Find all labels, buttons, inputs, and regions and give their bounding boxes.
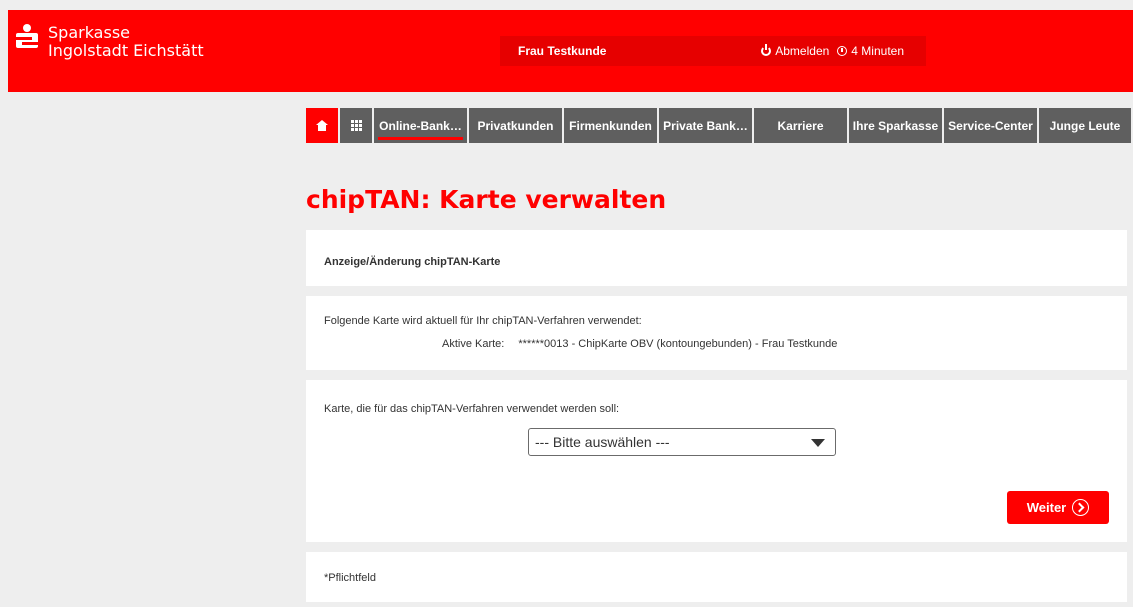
- nav-private-banking[interactable]: Private Bank…: [659, 108, 752, 143]
- active-card-value: ******0013 - ChipKarte OBV (kontoungebun…: [518, 338, 838, 350]
- nav-home-button[interactable]: [306, 108, 338, 143]
- panel-required-note: *Pflichtfeld: [306, 552, 1127, 602]
- nav-service-center[interactable]: Service-Center: [944, 108, 1037, 143]
- grid-icon: [350, 120, 362, 131]
- chevron-right-circle-icon: [1072, 499, 1090, 516]
- nav-online-banking[interactable]: Online-Bank…: [374, 108, 467, 143]
- power-icon: [761, 44, 772, 56]
- active-card-intro: Folgende Karte wird aktuell für Ihr chip…: [324, 315, 642, 327]
- sparkasse-logo[interactable]: Sparkasse Ingolstadt Eichstätt: [16, 24, 204, 60]
- brand-line2: Ingolstadt Eichstätt: [48, 41, 204, 60]
- nav-privatkunden[interactable]: Privatkunden: [469, 108, 562, 143]
- home-icon: [316, 120, 328, 131]
- brand-name: Sparkasse Ingolstadt Eichstätt: [48, 24, 204, 60]
- weiter-button[interactable]: Weiter: [1007, 491, 1109, 524]
- nav-karriere[interactable]: Karriere: [754, 108, 847, 143]
- sparkasse-s-icon: [16, 24, 38, 50]
- session-timer: 4 Minuten: [837, 44, 904, 58]
- nav-apps-button[interactable]: [340, 108, 372, 143]
- card-select-value: --- Bitte auswählen ---: [535, 434, 670, 450]
- user-bar: Frau Testkunde Abmelden 4 Minuten: [500, 36, 926, 66]
- session-timer-label: 4 Minuten: [851, 44, 904, 58]
- clock-icon: [837, 46, 848, 56]
- main-nav: Online-Bank… Privatkunden Firmenkunden P…: [306, 108, 1131, 143]
- nav-junge-leute[interactable]: Junge Leute: [1039, 108, 1131, 143]
- active-card-label: Aktive Karte:: [442, 338, 505, 350]
- chevron-down-icon: [811, 439, 825, 447]
- panel-heading: Anzeige/Änderung chipTAN-Karte: [306, 230, 1127, 286]
- logout-link[interactable]: Abmelden: [761, 44, 829, 58]
- weiter-label: Weiter: [1026, 500, 1067, 515]
- brand-line1: Sparkasse: [48, 23, 130, 42]
- page-title: chipTAN: Karte verwalten: [306, 185, 667, 214]
- active-card-row: Aktive Karte: ******0013 - ChipKarte OBV…: [442, 338, 837, 350]
- nav-firmenkunden[interactable]: Firmenkunden: [564, 108, 657, 143]
- card-select-label: Karte, die für das chipTAN-Verfahren ver…: [324, 403, 620, 415]
- panel-active-card: Folgende Karte wird aktuell für Ihr chip…: [306, 296, 1127, 370]
- user-name: Frau Testkunde: [518, 44, 607, 58]
- required-note: *Pflichtfeld: [324, 572, 376, 584]
- panel-card-select: Karte, die für das chipTAN-Verfahren ver…: [306, 380, 1127, 542]
- header-bar: Sparkasse Ingolstadt Eichstätt Frau Test…: [8, 10, 1133, 92]
- panel-heading-text: Anzeige/Änderung chipTAN-Karte: [324, 256, 501, 268]
- nav-ihre-sparkasse[interactable]: Ihre Sparkasse: [849, 108, 942, 143]
- logout-label: Abmelden: [775, 44, 830, 58]
- card-select[interactable]: --- Bitte auswählen ---: [528, 428, 836, 456]
